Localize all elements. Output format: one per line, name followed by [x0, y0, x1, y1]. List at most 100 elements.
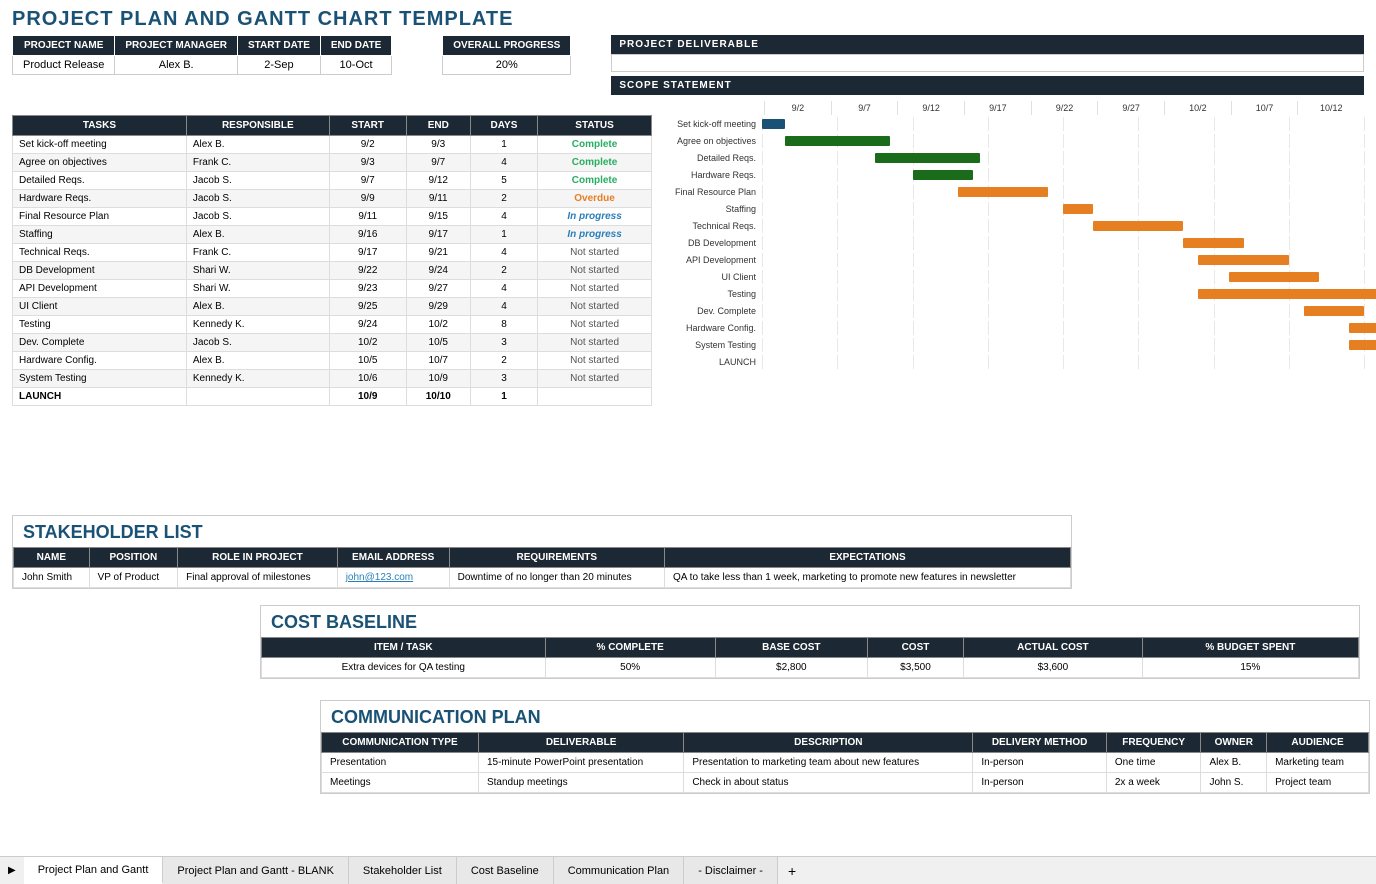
gantt-bar — [762, 119, 785, 129]
task-cell: Alex B. — [186, 352, 329, 370]
start-date-value: 2-Sep — [238, 56, 321, 75]
comm-cell: Presentation — [322, 753, 479, 773]
tasks-col-header: DAYS — [470, 116, 537, 136]
task-cell: 9/23 — [329, 280, 406, 298]
gantt-bars-area — [762, 304, 1364, 318]
gantt-bar — [1198, 255, 1288, 265]
col-start-date: START DATE — [238, 36, 321, 56]
cost-cell: $3,500 — [867, 658, 963, 678]
table-row: LAUNCH10/910/101 — [13, 388, 652, 406]
stakeholder-col-header: NAME — [14, 548, 90, 568]
task-cell: LAUNCH — [13, 388, 187, 406]
table-row: Extra devices for QA testing50%$2,800$3,… — [262, 658, 1359, 678]
tab-add-button[interactable]: + — [778, 857, 806, 884]
task-cell: 9/22 — [329, 262, 406, 280]
task-cell: Kennedy K. — [186, 370, 329, 388]
task-cell: Detailed Reqs. — [13, 172, 187, 190]
tasks-col-header: TASKS — [13, 116, 187, 136]
task-cell: 2 — [470, 190, 537, 208]
gantt-row: DB Development — [662, 234, 1364, 251]
gantt-row: Detailed Reqs. — [662, 149, 1364, 166]
task-cell: 5 — [470, 172, 537, 190]
gantt-row: Testing — [662, 285, 1364, 302]
cost-title: COST BASELINE — [261, 606, 1359, 637]
stakeholder-col-header: ROLE IN PROJECT — [178, 548, 338, 568]
stakeholder-cell: Final approval of milestones — [178, 568, 338, 588]
tab-2[interactable]: Stakeholder List — [349, 857, 457, 884]
tasks-section: TASKSRESPONSIBLESTARTENDDAYSSTATUS Set k… — [12, 101, 652, 406]
tab-5[interactable]: - Disclaimer - — [684, 857, 778, 884]
col-project-name: PROJECT NAME — [13, 36, 115, 56]
email-link[interactable]: john@123.com — [346, 572, 413, 583]
stakeholder-email-cell[interactable]: john@123.com — [337, 568, 449, 588]
comm-cell: 15-minute PowerPoint presentation — [478, 753, 683, 773]
status-cell: Not started — [538, 280, 652, 298]
task-cell: 9/21 — [406, 244, 470, 262]
task-cell: 3 — [470, 370, 537, 388]
comm-col-header: DESCRIPTION — [684, 733, 973, 753]
status-cell: In progress — [538, 208, 652, 226]
gantt-date-label: 9/22 — [1031, 101, 1098, 115]
task-cell: 9/15 — [406, 208, 470, 226]
comm-card: COMMUNICATION PLAN COMMUNICATION TYPEDEL… — [320, 700, 1370, 794]
task-cell: 9/3 — [406, 136, 470, 154]
task-cell: 9/9 — [329, 190, 406, 208]
gantt-row-label: Detailed Reqs. — [662, 153, 762, 163]
tab-0[interactable]: Project Plan and Gantt — [24, 857, 164, 884]
overall-progress-value: 20% — [443, 56, 571, 75]
cost-col-header: ACTUAL COST — [964, 638, 1143, 658]
gantt-date-label: 9/17 — [964, 101, 1031, 115]
task-cell — [186, 388, 329, 406]
gantt-row-label: UI Client — [662, 272, 762, 282]
gantt-row-label: Dev. Complete — [662, 306, 762, 316]
task-cell: Jacob S. — [186, 172, 329, 190]
status-cell: Overdue — [538, 190, 652, 208]
task-cell: 9/24 — [329, 316, 406, 334]
table-row: Technical Reqs.Frank C.9/179/214Not star… — [13, 244, 652, 262]
gantt-bar — [1349, 323, 1376, 333]
task-cell: 9/27 — [406, 280, 470, 298]
table-row: StaffingAlex B.9/169/171In progress — [13, 226, 652, 244]
task-cell: Hardware Config. — [13, 352, 187, 370]
task-cell: 9/16 — [329, 226, 406, 244]
task-cell: 10/9 — [406, 370, 470, 388]
status-cell: Not started — [538, 370, 652, 388]
gantt-row-label: Technical Reqs. — [662, 221, 762, 231]
task-cell: 2 — [470, 352, 537, 370]
task-cell: 1 — [470, 226, 537, 244]
task-cell: Technical Reqs. — [13, 244, 187, 262]
tab-4[interactable]: Communication Plan — [554, 857, 685, 884]
gantt-row: Staffing — [662, 200, 1364, 217]
table-row: Dev. CompleteJacob S.10/210/53Not starte… — [13, 334, 652, 352]
task-cell: DB Development — [13, 262, 187, 280]
task-cell: 10/2 — [406, 316, 470, 334]
gantt-row-label: Set kick-off meeting — [662, 119, 762, 129]
task-cell: 9/11 — [329, 208, 406, 226]
stakeholder-col-header: EMAIL ADDRESS — [337, 548, 449, 568]
stakeholder-col-header: EXPECTATIONS — [665, 548, 1071, 568]
task-cell: 9/24 — [406, 262, 470, 280]
tab-1[interactable]: Project Plan and Gantt - BLANK — [163, 857, 349, 884]
gantt-bars-area — [762, 236, 1364, 250]
cost-col-header: COST — [867, 638, 963, 658]
task-cell: Testing — [13, 316, 187, 334]
tab-3[interactable]: Cost Baseline — [457, 857, 554, 884]
tab-scroll-left[interactable]: ▶ — [0, 857, 24, 884]
comm-col-header: DELIVERY METHOD — [973, 733, 1106, 753]
task-cell: System Testing — [13, 370, 187, 388]
task-cell: UI Client — [13, 298, 187, 316]
gantt-bar — [1198, 289, 1376, 299]
deliverable-body — [611, 54, 1364, 72]
task-cell: 4 — [470, 154, 537, 172]
gantt-row: Hardware Reqs. — [662, 166, 1364, 183]
task-cell: Frank C. — [186, 154, 329, 172]
task-cell: 10/7 — [406, 352, 470, 370]
gantt-date-label: 10/12 — [1297, 101, 1364, 115]
gantt-row-label: Staffing — [662, 204, 762, 214]
task-cell: 9/11 — [406, 190, 470, 208]
gantt-row-label: API Development — [662, 255, 762, 265]
task-cell: Dev. Complete — [13, 334, 187, 352]
task-cell: 9/7 — [406, 154, 470, 172]
overall-progress-table: OVERALL PROGRESS 20% — [442, 35, 571, 75]
cost-col-header: BASE COST — [715, 638, 867, 658]
